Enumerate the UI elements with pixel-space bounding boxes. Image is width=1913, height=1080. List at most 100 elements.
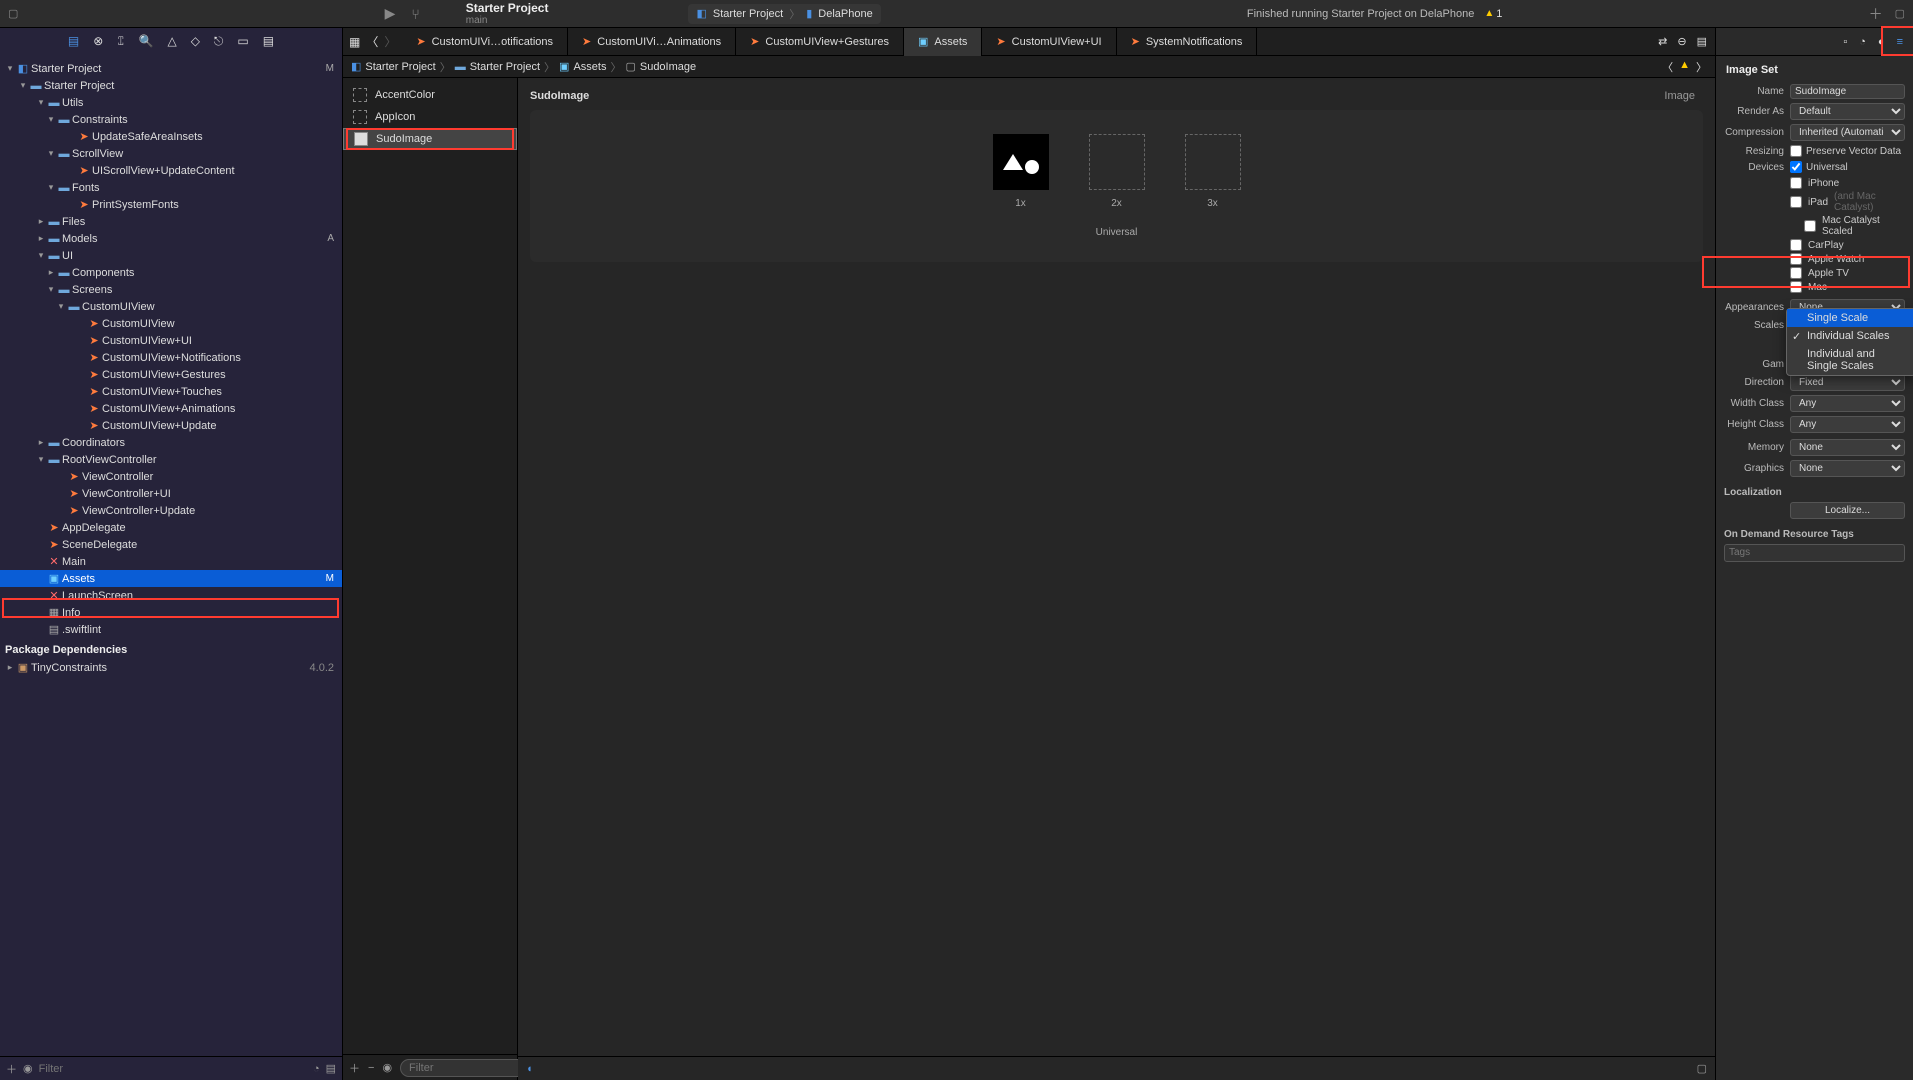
name-field[interactable] [1790,84,1905,99]
tree-group[interactable]: ▾▬Starter Project [0,77,342,94]
tree-file[interactable]: ➤CustomUIView+Gestures [0,366,342,383]
tree-constraints[interactable]: ▾▬Constraints [0,111,342,128]
left-sidebar-toggle[interactable]: ▢ [8,7,18,20]
tree-file[interactable]: ➤CustomUIView+UI [0,332,342,349]
tree-file[interactable]: ➤UIScrollView+UpdateContent [0,162,342,179]
attributes-inspector-icon[interactable]: ≡ [1897,36,1903,48]
asset-appicon[interactable]: AppIcon [343,106,517,128]
crumb-2[interactable]: Starter Project [470,61,540,73]
tree-file[interactable]: ➤ViewController+Update [0,502,342,519]
crumb-3[interactable]: Assets [573,61,606,73]
tree-files[interactable]: ▸▬Files [0,213,342,230]
device-iphone-checkbox[interactable] [1790,177,1802,189]
scales-option-both[interactable]: Individual and Single Scales [1787,345,1913,375]
editor-minimize-icon[interactable]: ⊖ [1677,35,1686,48]
localize-button[interactable]: Localize... [1790,502,1905,519]
tags-field[interactable]: Tags [1724,544,1905,562]
tab-animations[interactable]: ➤CustomUIVi…Animations [568,28,736,56]
canvas-view-icon[interactable]: ▢ [1697,1062,1707,1075]
device-ipad-checkbox[interactable] [1790,196,1802,208]
editor-options-icon[interactable]: ▤ [1697,35,1707,48]
scales-option-single[interactable]: Single Scale [1787,309,1913,327]
issue-nav-icon[interactable]: △ [167,34,176,48]
tree-coordinators[interactable]: ▸▬Coordinators [0,434,342,451]
slot-2x[interactable]: 2x [1089,134,1145,209]
device-tv-checkbox[interactable] [1790,267,1802,279]
tab-notifications[interactable]: ➤CustomUIVi…otifications [402,28,568,56]
device-universal-checkbox[interactable] [1790,161,1802,173]
recent-filter-icon[interactable]: ◔ [313,1063,320,1075]
crumb-next-icon[interactable]: 〉 [1696,59,1707,75]
tree-info[interactable]: ▦Info [0,604,342,621]
filter-scope-icon[interactable]: ◉ [23,1062,33,1075]
report-nav-icon[interactable]: ▤ [263,34,274,48]
tree-file[interactable]: ➤CustomUIView [0,315,342,332]
asset-accentcolor[interactable]: AccentColor [343,84,517,106]
tree-file[interactable]: ➤CustomUIView+Animations [0,400,342,417]
asset-add-icon[interactable]: ＋ [349,1060,360,1076]
tree-file[interactable]: ➤CustomUIView+Notifications [0,349,342,366]
tree-models[interactable]: ▸▬ModelsA [0,230,342,247]
tree-main[interactable]: ✕Main [0,553,342,570]
tree-scrollview[interactable]: ▾▬ScrollView [0,145,342,162]
run-button[interactable]: ▶ [385,5,396,22]
tree-file[interactable]: ➤CustomUIView+Touches [0,383,342,400]
tree-fonts[interactable]: ▾▬Fonts [0,179,342,196]
source-control-icon[interactable]: ⊗ [93,34,103,48]
tree-customuiview[interactable]: ▾▬CustomUIView [0,298,342,315]
new-tab-button[interactable]: ＋ [1869,4,1883,24]
debug-nav-icon[interactable]: ⎋ [214,34,224,49]
tab-assets[interactable]: ▣Assets [904,28,982,56]
find-nav-icon[interactable]: 🔍 [139,34,154,48]
related-items-icon[interactable]: ▦ [349,35,360,49]
tree-rootvc[interactable]: ▾▬RootViewController [0,451,342,468]
asset-remove-icon[interactable]: − [368,1062,374,1074]
tree-dependency[interactable]: ▸▣TinyConstraints4.0.2 [0,659,342,676]
tree-file[interactable]: ➤CustomUIView+Update [0,417,342,434]
device-catalyst-checkbox[interactable] [1804,220,1816,232]
tree-screens[interactable]: ▾▬Screens [0,281,342,298]
crumb-prev-icon[interactable]: 〈 [1662,59,1673,75]
breakpoint-nav-icon[interactable]: ▭ [237,34,248,48]
tab-ui[interactable]: ➤CustomUIView+UI [982,28,1116,56]
canvas-marker-icon[interactable]: ◖ [526,1063,533,1075]
history-inspector-icon[interactable]: ◔ [1859,36,1866,48]
tree-components[interactable]: ▸▬Components [0,264,342,281]
help-inspector-icon[interactable]: ◐ [1878,36,1885,48]
warning-badge[interactable]: ▲1 [1484,8,1502,20]
compression-select[interactable]: Inherited (Automatic) [1790,124,1905,141]
nav-back-icon[interactable]: 〈 [366,33,378,50]
tree-swiftlint[interactable]: ▤.swiftlint [0,621,342,638]
branch-icon[interactable]: ⑂ [411,6,419,22]
preserve-vector-checkbox[interactable] [1790,145,1802,157]
scales-option-individual[interactable]: ✓Individual Scales [1787,327,1913,345]
graphics-select[interactable]: None [1790,460,1905,477]
memory-select[interactable]: None [1790,439,1905,456]
file-inspector-icon[interactable]: ▫ [1843,36,1847,48]
direction-select[interactable]: Fixed [1790,374,1905,391]
slot-3x[interactable]: 3x [1185,134,1241,209]
width-class-select[interactable]: Any [1790,395,1905,412]
height-class-select[interactable]: Any [1790,416,1905,433]
tree-launch[interactable]: ✕LaunchScreen [0,587,342,604]
tab-sysnotif[interactable]: ➤SystemNotifications [1117,28,1258,56]
slot-1x[interactable]: 1x [993,134,1049,209]
tree-file[interactable]: ➤PrintSystemFonts [0,196,342,213]
tree-file[interactable]: ➤ViewController [0,468,342,485]
tree-file[interactable]: ➤AppDelegate [0,519,342,536]
add-button[interactable]: ＋ [6,1061,17,1077]
nav-filter-input[interactable] [39,1063,307,1075]
tab-gestures[interactable]: ➤CustomUIView+Gestures [736,28,904,56]
tree-file[interactable]: ➤SceneDelegate [0,536,342,553]
crumb-1[interactable]: Starter Project [365,61,435,73]
test-nav-icon[interactable]: ◇ [191,34,200,48]
symbol-nav-icon[interactable]: ⑄ [117,34,124,48]
crumb-up-icon[interactable]: ▲ [1679,59,1690,75]
device-carplay-checkbox[interactable] [1790,239,1802,251]
scheme-selector[interactable]: ◧ Starter Project 〉 ▮ DelaPhone [688,4,880,24]
right-sidebar-toggle[interactable]: ▢ [1895,7,1905,20]
tree-project-root[interactable]: ▾◧Starter ProjectM [0,60,342,77]
crumb-4[interactable]: SudoImage [640,61,696,73]
tree-file[interactable]: ➤UpdateSafeAreaInsets [0,128,342,145]
device-watch-checkbox[interactable] [1790,253,1802,265]
